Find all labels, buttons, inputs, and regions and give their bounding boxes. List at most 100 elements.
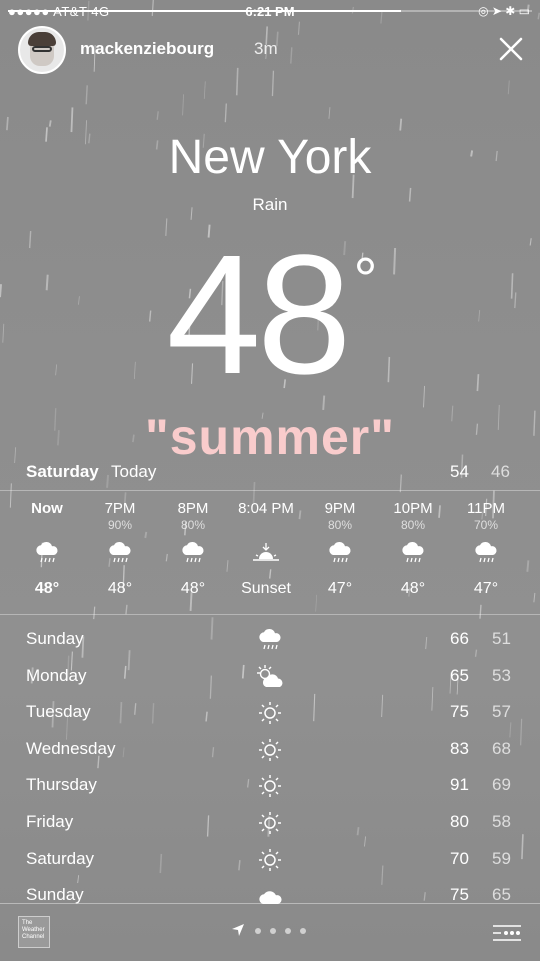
status-bar: ●●●●● AT&T 4G 6:21 PM ◎ ➤ ✱ ▭ [0, 0, 540, 22]
weather-channel-logo[interactable]: The Weather Channel [18, 916, 50, 948]
rain-streak [328, 107, 331, 119]
hourly-temp: 48° [400, 580, 426, 597]
daily-row: Wednesday 83 68 [0, 732, 540, 768]
daily-high: 83 [450, 738, 469, 758]
hourly-item: 9PM 80% 47° [304, 500, 376, 598]
today-high: 54 [450, 462, 469, 481]
daily-day: Friday [26, 812, 74, 831]
rain-streak [507, 80, 510, 95]
hourly-time: 9PM [324, 500, 356, 517]
story-username[interactable]: mackenziebourg [80, 39, 214, 59]
rain-streak [6, 116, 9, 131]
rain-cloud-icon [252, 626, 288, 654]
rain-streak [203, 81, 206, 99]
avatar-hair [28, 32, 56, 46]
sun-icon [252, 809, 288, 837]
sun-icon [252, 736, 288, 764]
avatar[interactable] [18, 26, 66, 74]
hourly-time: 11PM [466, 500, 506, 517]
daily-row: Friday 80 58 [0, 805, 540, 841]
rain-cloud-icon [84, 534, 156, 572]
daily-low: 51 [492, 629, 511, 648]
daily-day: Saturday [26, 848, 95, 868]
rain-streak [85, 85, 88, 105]
bottom-toolbar: The Weather Channel [0, 903, 540, 961]
daily-row: Sunday 66 51 [0, 622, 540, 658]
hourly-temp: 48° [180, 580, 206, 597]
hourly-item: 8:04 PM Sunset [230, 500, 302, 598]
page-dot[interactable] [270, 928, 276, 934]
hourly-item: 8PM 80% 48° [157, 500, 229, 598]
close-icon[interactable] [498, 36, 524, 62]
hourly-precip: 70% [473, 518, 499, 532]
hourly-precip: 90% [107, 518, 133, 532]
daily-high: 70 [450, 848, 469, 868]
hourly-time: 8PM [177, 500, 209, 517]
hourly-temp: 48° [107, 580, 133, 597]
daily-day: Thursday [26, 775, 97, 795]
daily-low: 57 [492, 702, 511, 722]
daily-row: Tuesday 75 57 [0, 695, 540, 731]
divider [0, 490, 540, 491]
daily-low: 58 [492, 812, 511, 831]
rain-streak [182, 94, 185, 116]
rain-streak [297, 21, 301, 35]
hourly-item: 11PM 70% 47° [450, 500, 522, 598]
avatar-glasses [32, 46, 52, 52]
rain-cloud-icon [377, 534, 449, 572]
current-temperature: 48 ° [0, 230, 540, 400]
sunset-icon [230, 534, 302, 572]
today-label: Today [111, 462, 157, 481]
partly-cloudy-icon [252, 663, 288, 691]
daily-high: 66 [450, 629, 469, 648]
hourly-item: 7PM 90% 48° [84, 500, 156, 598]
sun-icon [252, 699, 288, 727]
sun-icon [252, 846, 288, 874]
hourly-item: Now 48° [11, 500, 83, 598]
hourly-precip: 80% [180, 518, 206, 532]
hourly-time: 8:04 PM [238, 500, 294, 517]
daily-high: 65 [450, 665, 469, 685]
story-time-ago: 3m [254, 39, 278, 58]
hourly-precip: 80% [327, 518, 353, 532]
rain-streak [271, 70, 275, 97]
rain-streak [235, 67, 239, 96]
city-name: New York [168, 131, 372, 184]
list-icon[interactable] [492, 924, 522, 942]
degree-symbol: ° [353, 246, 378, 313]
hourly-temp: 47° [327, 580, 353, 597]
hourly-temp: 48° [34, 580, 60, 597]
location-arrow-icon[interactable] [230, 922, 246, 938]
rain-streak [48, 120, 52, 127]
daily-low: 68 [492, 738, 511, 758]
daily-high: 91 [450, 775, 469, 795]
rain-streak [290, 47, 293, 64]
rain-cloud-icon [450, 534, 522, 572]
hourly-temp: Sunset [241, 580, 291, 597]
rain-streak [399, 118, 403, 131]
status-time: 6:21 PM [245, 4, 295, 19]
page-dot[interactable] [285, 928, 291, 934]
page-indicator[interactable] [255, 928, 306, 934]
rain-cloud-icon [157, 534, 229, 572]
rain-streak [224, 103, 227, 123]
rain-cloud-icon [11, 534, 83, 572]
page-dot[interactable] [300, 928, 306, 934]
daily-day: Wednesday [26, 738, 116, 758]
weather-condition: Rain [252, 195, 288, 214]
rain-streak [156, 111, 159, 120]
daily-day: Tuesday [26, 702, 91, 722]
daily-row: Saturday 70 59 [0, 842, 540, 878]
rain-streak [70, 107, 74, 133]
daily-low: 53 [492, 665, 511, 685]
daily-row: Monday 65 53 [0, 659, 540, 695]
hourly-time: Now [31, 500, 63, 517]
daily-low: 69 [492, 775, 511, 795]
story-caption: "summer" [145, 409, 395, 465]
daily-high: 80 [450, 812, 469, 831]
hourly-forecast[interactable]: Now 48° 7PM 90% 48° 8PM 80% 48° 8:04 PM Sunset 9PM… [0, 500, 540, 612]
hourly-precip [11, 518, 83, 534]
today-day: Saturday [26, 462, 99, 481]
page-dot[interactable] [255, 928, 261, 934]
hourly-precip [230, 518, 302, 534]
